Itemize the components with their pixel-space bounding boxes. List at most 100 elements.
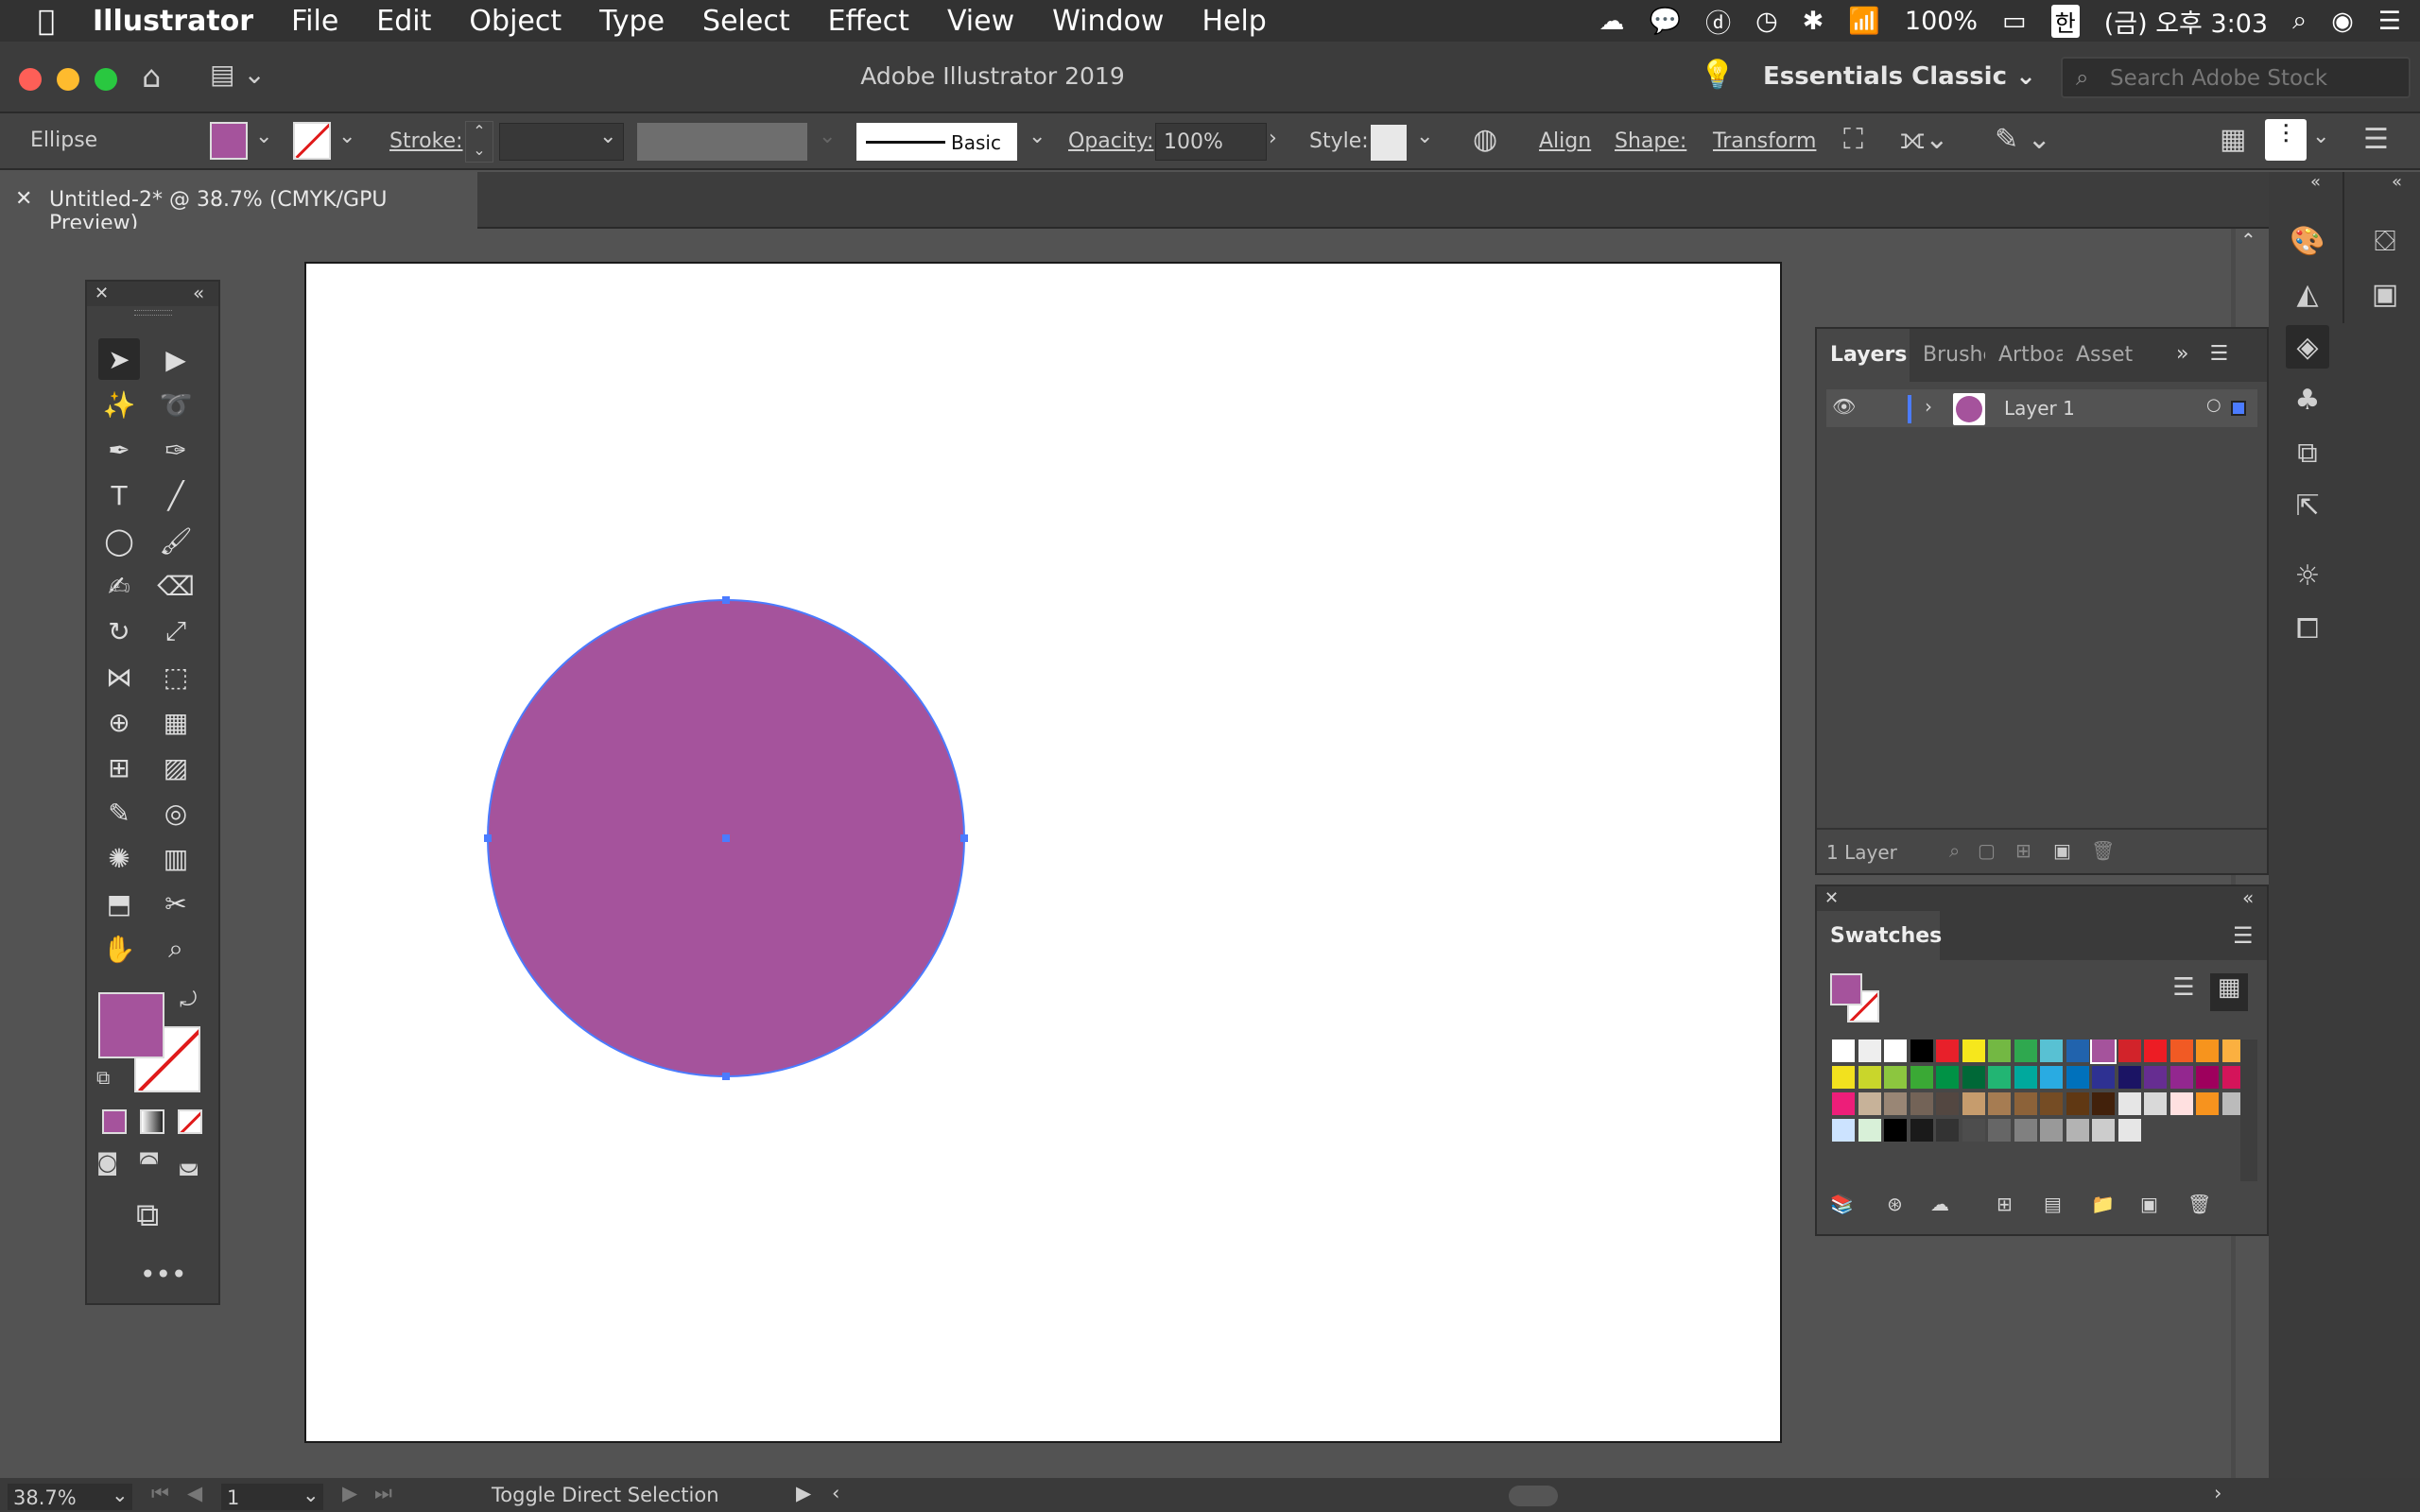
- center-point[interactable]: [722, 834, 730, 842]
- swatch-chip[interactable]: [1832, 1092, 1855, 1115]
- style-chevron-icon[interactable]: ⌄: [1416, 125, 1433, 148]
- swatch-chip[interactable]: [2144, 1040, 2167, 1062]
- swatch-options-icon[interactable]: ▤: [2044, 1193, 2062, 1215]
- next-artboard-icon[interactable]: ▶: [342, 1482, 357, 1504]
- perspective-grid-tool[interactable]: ▦: [155, 701, 197, 743]
- more-tabs-icon[interactable]: »: [2165, 329, 2200, 382]
- curvature-tool[interactable]: ✑: [155, 429, 197, 471]
- stroke-weight-chevron-icon[interactable]: ⌄: [599, 125, 616, 148]
- eraser-tool[interactable]: ⌫: [155, 565, 197, 607]
- clock[interactable]: (금) 오후 3:03: [2104, 3, 2268, 40]
- collapse-dock-icon-2[interactable]: «: [2392, 172, 2402, 192]
- swatch-chip[interactable]: [1962, 1040, 1985, 1062]
- swatch-chip[interactable]: [1884, 1066, 1907, 1089]
- stroke-weight-stepper[interactable]: ⌃ ⌄: [465, 121, 493, 163]
- previous-artboard-icon[interactable]: ◀: [187, 1482, 202, 1504]
- swatch-chip[interactable]: [2040, 1119, 2063, 1142]
- collapse-panel-icon[interactable]: «: [193, 282, 204, 304]
- edit-toolbar-icon[interactable]: •••: [140, 1259, 187, 1290]
- cloud-icon[interactable]: ☁: [1930, 1193, 1949, 1215]
- draw-inside-icon[interactable]: ◛: [178, 1149, 199, 1176]
- swatch-chip[interactable]: [2118, 1119, 2141, 1142]
- status-arrow-icon[interactable]: ▶: [796, 1482, 811, 1504]
- selection-indicator[interactable]: [2231, 401, 2246, 416]
- swatch-chip[interactable]: [1962, 1119, 1985, 1142]
- default-fill-stroke-icon[interactable]: ⧉: [96, 1066, 110, 1089]
- tab-assets[interactable]: Asset: [2063, 329, 2133, 382]
- scroll-right-icon[interactable]: ›: [2214, 1482, 2221, 1504]
- swatch-chip[interactable]: [2118, 1040, 2141, 1062]
- artboard-tool[interactable]: ⬒: [98, 883, 140, 924]
- delete-layer-icon[interactable]: 🗑: [2091, 839, 2115, 862]
- swatch-chip[interactable]: [1832, 1119, 1855, 1142]
- zoom-tool[interactable]: ⌕: [155, 928, 197, 970]
- swatch-chip[interactable]: [1962, 1066, 1985, 1089]
- transform-link[interactable]: Transform: [1713, 129, 1816, 153]
- layers-menu-icon[interactable]: ☰: [2200, 329, 2238, 382]
- close-tab-icon[interactable]: ✕: [15, 187, 32, 211]
- swatch-chip[interactable]: [1962, 1092, 1985, 1115]
- menu-object[interactable]: Object: [450, 5, 580, 38]
- tab-layers[interactable]: Layers: [1817, 329, 1910, 382]
- rotate-tool[interactable]: ↻: [98, 610, 140, 652]
- delete-swatch-icon[interactable]: 🗑: [2187, 1193, 2211, 1215]
- swatch-chip[interactable]: [1988, 1066, 2011, 1089]
- brush-chevron-icon[interactable]: ⌄: [1028, 125, 1046, 148]
- selection-tool[interactable]: ➤: [98, 338, 140, 380]
- swatch-chip[interactable]: [2014, 1040, 2037, 1062]
- swatch-chip[interactable]: [1936, 1119, 1959, 1142]
- swatch-chip[interactable]: [2040, 1066, 2063, 1089]
- locate-object-icon[interactable]: ⌕: [1949, 839, 1960, 862]
- stroke-none-swatch[interactable]: [293, 122, 331, 160]
- document-tab[interactable]: ✕ Untitled-2* @ 38.7% (CMYK/GPU Preview): [0, 172, 477, 235]
- swatches-menu-icon[interactable]: ☰: [2233, 922, 2254, 949]
- swatch-chip[interactable]: [2169, 1066, 2193, 1089]
- wifi-icon[interactable]: 📶: [1848, 6, 1880, 36]
- swatch-chip[interactable]: [2014, 1119, 2037, 1142]
- symbol-sprayer-tool[interactable]: ✺: [98, 837, 140, 879]
- gradient-mode-button[interactable]: [140, 1109, 164, 1134]
- menu-file[interactable]: File: [272, 5, 357, 38]
- color-palette-icon[interactable]: 🎨: [2286, 219, 2329, 263]
- shaper-tool[interactable]: ✍: [98, 565, 140, 607]
- swatch-chip[interactable]: [1832, 1066, 1855, 1089]
- grid-options-icon[interactable]: ⊞: [1996, 1193, 2013, 1215]
- draw-behind-icon[interactable]: ◚: [138, 1149, 160, 1176]
- swatch-chip[interactable]: [2196, 1040, 2219, 1062]
- siri-icon[interactable]: ◉: [2331, 7, 2354, 36]
- transform-icon[interactable]: ⧠: [2286, 607, 2329, 650]
- variable-width-profile[interactable]: [637, 123, 807, 161]
- scale-tool[interactable]: ⤢: [155, 610, 197, 652]
- opacity-field[interactable]: 100%: [1155, 123, 1267, 161]
- swatch-libraries-icon[interactable]: 📚: [1830, 1193, 1854, 1215]
- menu-type[interactable]: Type: [580, 5, 683, 38]
- swatches-panel-header[interactable]: ✕ «: [1817, 886, 2267, 911]
- swatch-chip[interactable]: [2196, 1066, 2219, 1089]
- pen-tool[interactable]: ✒: [98, 429, 140, 471]
- make-clipping-mask-icon[interactable]: ▢: [1978, 839, 1996, 862]
- direct-selection-tool[interactable]: ▶: [155, 338, 197, 380]
- tab-brushes[interactable]: Brushe: [1910, 329, 1985, 382]
- input-method[interactable]: 한: [2050, 4, 2080, 38]
- gradient-tool[interactable]: ▨: [155, 747, 197, 788]
- draw-normal-icon[interactable]: ◙: [96, 1149, 118, 1176]
- menu-effect[interactable]: Effect: [809, 5, 928, 38]
- layer-row[interactable]: 👁 › Layer 1 ○: [1826, 389, 2257, 427]
- swatch-chip[interactable]: [2066, 1119, 2089, 1142]
- swatch-chip[interactable]: [2118, 1066, 2141, 1089]
- target-circle-icon[interactable]: ○: [2206, 395, 2221, 415]
- mesh-tool[interactable]: ⊞: [98, 747, 140, 788]
- visibility-eye-icon[interactable]: 👁: [1832, 395, 1856, 418]
- swatch-chip[interactable]: [1936, 1040, 1959, 1062]
- artboard-chevron-icon[interactable]: ⌄: [302, 1484, 320, 1506]
- swatch-chip[interactable]: [1910, 1092, 1933, 1115]
- color-guide-icon[interactable]: ◭: [2286, 272, 2329, 316]
- color-mode-button[interactable]: [102, 1109, 127, 1134]
- swatch-chip[interactable]: [2092, 1066, 2115, 1089]
- lightbulb-icon[interactable]: 💡: [1700, 59, 1735, 92]
- control-menu-icon[interactable]: ☰: [2363, 123, 2389, 156]
- swatch-chip[interactable]: [2118, 1092, 2141, 1115]
- menu-view[interactable]: View: [928, 5, 1033, 38]
- select-similar-icon[interactable]: ✎ ⌄: [1995, 123, 2051, 156]
- new-swatch-icon[interactable]: ▣: [2140, 1193, 2158, 1215]
